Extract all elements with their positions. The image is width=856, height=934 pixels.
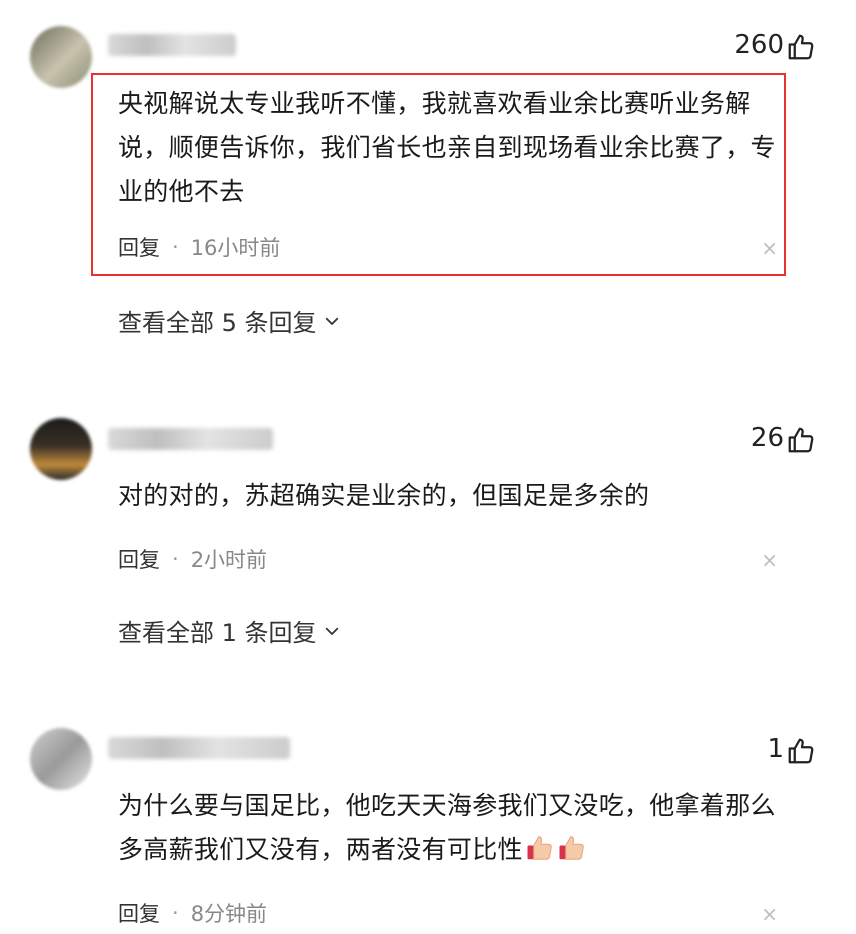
like-count: 260 [734,30,784,60]
thumbs-up-icon[interactable] [786,425,816,455]
separator-dot: · [172,547,179,571]
username[interactable] [108,737,290,759]
close-icon[interactable]: × [761,902,778,926]
chevron-down-icon [325,317,338,325]
timestamp: 16小时前 [190,236,281,260]
avatar[interactable] [30,26,92,88]
reply-button[interactable]: 回复 [118,232,160,262]
view-all-replies-button[interactable]: 查看全部 1 条回复 [118,613,341,648]
comment-meta: 回复 · 16小时前 [118,232,280,262]
comment-meta: 回复 · 2小时前 [118,544,267,574]
comment-text: 对的对的，苏超确实是业余的，但国足是多余的 [118,481,650,510]
comment-meta: 回复 · 8分钟前 [118,898,267,928]
like-count: 26 [750,423,784,453]
separator-dot: · [172,235,179,259]
avatar[interactable] [30,728,92,790]
avatar[interactable] [30,418,92,480]
view-all-replies-button[interactable]: 查看全部 5 条回复 [118,303,341,338]
thumbs-up-icon[interactable] [786,736,816,766]
close-icon[interactable]: × [761,548,778,572]
reply-button[interactable]: 回复 [118,898,160,928]
comment-text: 为什么要与国足比，他吃天天海参我们又没吃，他拿着那么多高薪我们又没有，两者没有可… [118,784,788,872]
close-icon[interactable]: × [761,236,778,260]
timestamp: 2小时前 [190,548,268,572]
thumbs-up-emoji-icon [527,836,552,860]
username[interactable] [108,428,273,450]
thumbs-up-emoji-icon [559,836,584,860]
like-count: 1 [767,734,784,764]
thumbs-up-icon[interactable] [786,32,816,62]
username[interactable] [108,34,236,56]
reply-button[interactable]: 回复 [118,544,160,574]
view-all-label: 查看全部 5 条回复 [118,309,317,337]
separator-dot: · [172,901,179,925]
chevron-down-icon [325,627,338,635]
timestamp: 8分钟前 [190,902,268,926]
comment-text-body: 为什么要与国足比，他吃天天海参我们又没吃，他拿着那么多高薪我们又没有，两者没有可… [118,791,776,864]
view-all-label: 查看全部 1 条回复 [118,619,317,647]
comment-text: 央视解说太专业我听不懂，我就喜欢看业余比赛听业务解说，顺便告诉你，我们省长也亲自… [118,89,776,206]
